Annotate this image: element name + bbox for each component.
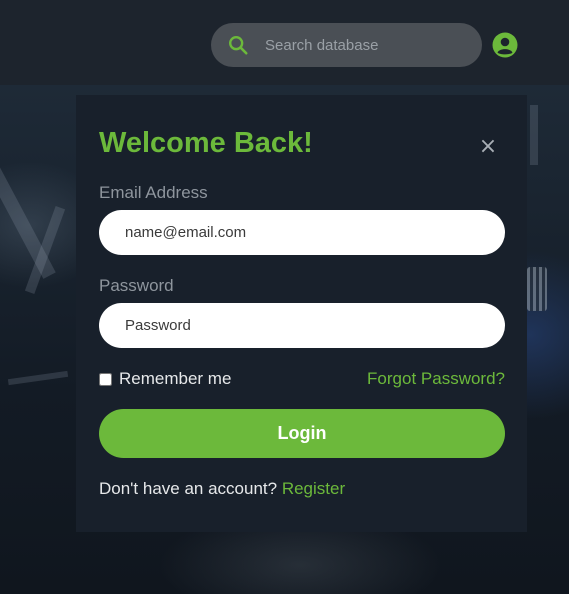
user-circle-icon[interactable] [492, 32, 518, 58]
search-icon [229, 36, 248, 55]
login-modal: Welcome Back! × Email Address Password R… [76, 95, 527, 532]
register-prompt: Don't have an account? [99, 479, 278, 498]
password-label: Password [99, 276, 174, 295]
search-bar[interactable] [211, 23, 482, 67]
search-input[interactable] [265, 23, 475, 67]
close-icon[interactable]: × [478, 136, 498, 158]
forgot-password-link[interactable]: Forgot Password? [367, 369, 505, 389]
register-line: Don't have an account? Register [99, 479, 345, 499]
top-bar [0, 0, 569, 85]
email-field[interactable] [99, 210, 505, 255]
login-button[interactable]: Login [99, 409, 505, 458]
remember-me[interactable]: Remember me [99, 369, 231, 389]
background-detail [527, 267, 547, 311]
remember-me-label: Remember me [119, 369, 232, 388]
email-label: Email Address [99, 183, 208, 202]
register-link[interactable]: Register [282, 479, 345, 498]
modal-title: Welcome Back! [99, 127, 313, 159]
remember-me-checkbox[interactable] [99, 372, 112, 386]
password-field[interactable] [99, 303, 505, 348]
